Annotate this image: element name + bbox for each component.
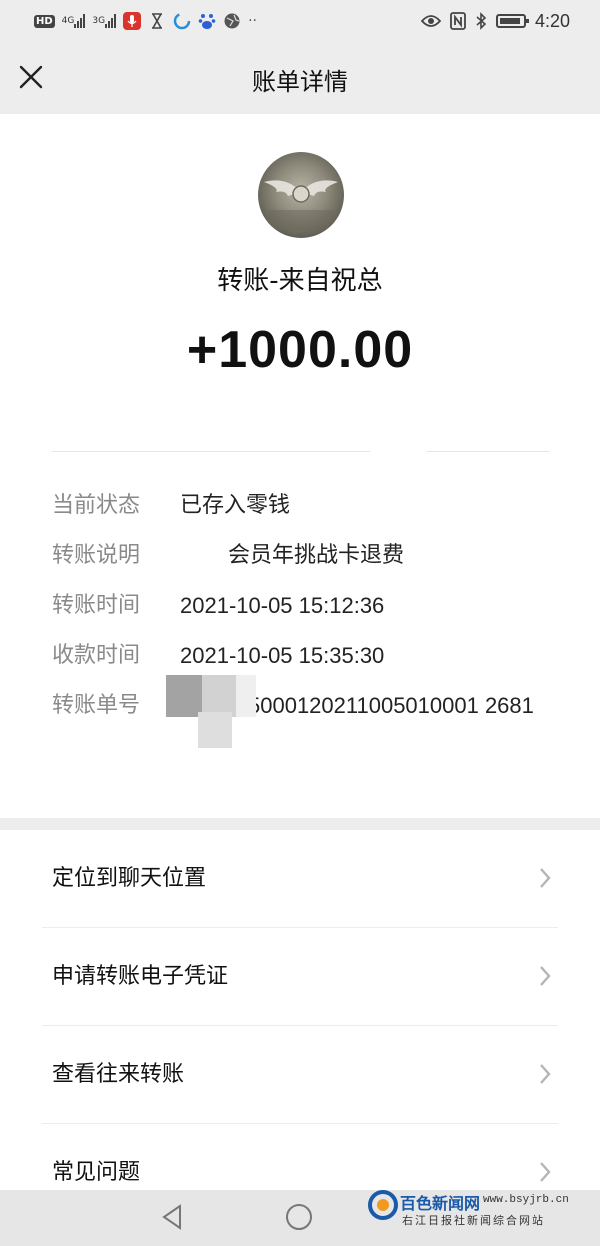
- detail-value: 2021-10-05 15:12:36: [180, 593, 385, 618]
- back-triangle-icon[interactable]: [158, 1202, 188, 1232]
- detail-key: 转账单号: [52, 693, 141, 718]
- winged-emblem-icon: [264, 180, 338, 230]
- transfer-card: 转账-来自祝总 +1000.00 当前状态 已存入零钱 转账说明 会员年挑战卡退…: [0, 114, 600, 818]
- menu-item-transfer-history[interactable]: 查看往来转账: [0, 1026, 600, 1124]
- sender-label: 转账-来自祝总: [217, 266, 383, 296]
- status-right-icons: 4:20: [420, 10, 570, 32]
- detail-row-transfer-time: 转账时间 2021-10-05 15:12:36: [52, 588, 572, 624]
- chevron-right-icon: [540, 966, 551, 986]
- signal-3g-icon: 3G: [92, 14, 117, 28]
- detail-value: 已存入零钱: [180, 493, 291, 518]
- divider: [52, 451, 550, 452]
- watermark-subtitle: 右江日报社新闻综合网站: [402, 1214, 545, 1227]
- eye-icon: [420, 14, 441, 28]
- home-circle-icon[interactable]: [284, 1202, 314, 1232]
- chevron-right-icon: [540, 1162, 551, 1182]
- detail-key: 当前状态: [52, 493, 141, 518]
- detail-row-note: 转账说明 会员年挑战卡退费: [52, 538, 572, 574]
- detail-key: 转账时间: [52, 593, 141, 618]
- watermark-url: www.bsyjrb.cn: [483, 1194, 569, 1206]
- transfer-amount: +1000.00: [186, 321, 414, 379]
- globe-icon: [223, 12, 241, 30]
- signal-4g-icon: 4G: [62, 14, 86, 28]
- menu-item-label: 申请转账电子凭证: [52, 964, 229, 989]
- chevron-right-icon: [540, 1064, 551, 1084]
- bluetooth-icon: [475, 12, 487, 30]
- menu-item-e-voucher[interactable]: 申请转账电子凭证: [0, 928, 600, 1026]
- nav-bar: 账单详情: [0, 42, 600, 114]
- redaction-blur: [202, 675, 238, 717]
- browser-icon: [173, 12, 191, 30]
- chevron-right-icon: [540, 868, 551, 888]
- detail-key: 转账说明: [52, 543, 141, 568]
- avatar[interactable]: [258, 152, 344, 238]
- redaction-blur: [236, 675, 256, 717]
- detail-value: 会员年挑战卡退费: [228, 543, 405, 568]
- menu-item-label: 查看往来转账: [52, 1062, 185, 1087]
- detail-key: 收款时间: [52, 643, 141, 668]
- baidu-icon: [198, 12, 216, 30]
- hourglass-icon: [148, 12, 166, 30]
- news-logo-icon: [368, 1190, 398, 1220]
- redaction-blur: [198, 712, 232, 748]
- microphone-icon: [123, 12, 142, 30]
- action-menu: 定位到聊天位置 申请转账电子凭证 查看往来转账 常见问题: [0, 830, 600, 1190]
- redaction-blur: [166, 675, 204, 717]
- watermark-brand: 百色新闻网: [400, 1194, 481, 1213]
- detail-value: 5000120211005010001 2681: [248, 693, 534, 718]
- battery-icon: [495, 14, 529, 28]
- more-dots-icon: ··: [248, 13, 257, 29]
- detail-row-status: 当前状态 已存入零钱: [52, 488, 572, 524]
- detail-value: 2021-10-05 15:35:30: [180, 643, 385, 668]
- menu-item-label: 定位到聊天位置: [52, 866, 207, 891]
- menu-item-locate-chat[interactable]: 定位到聊天位置: [0, 830, 600, 928]
- menu-item-label: 常见问题: [52, 1160, 141, 1185]
- nfc-icon: [450, 12, 466, 30]
- page-title: 账单详情: [252, 68, 348, 96]
- watermark: 百色新闻网 www.bsyjrb.cn 右江日报社新闻综合网站: [368, 1188, 590, 1228]
- detail-row-receive-time: 收款时间 2021-10-05 15:35:30: [52, 638, 572, 674]
- status-time: 4:20: [534, 10, 570, 31]
- hd-badge: HD: [34, 14, 55, 28]
- status-left-icons: HD 4G 3G ··: [34, 11, 257, 31]
- status-bar: HD 4G 3G ·· 4:20: [0, 0, 600, 42]
- detail-row-order-id: 转账单号 5000120211005010001 2681: [52, 675, 572, 748]
